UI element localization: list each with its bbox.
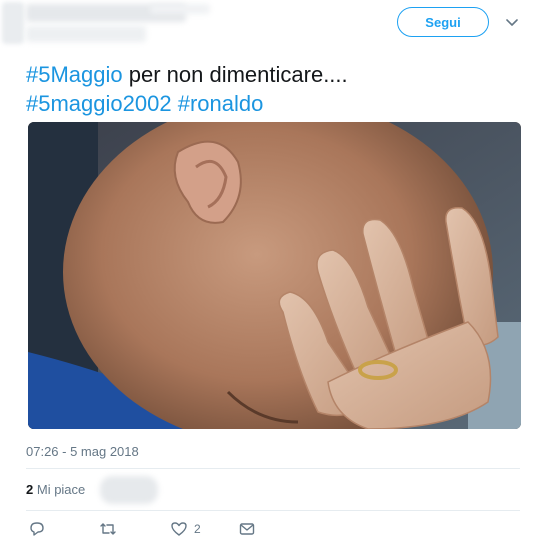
likes-count: 2 <box>26 482 34 497</box>
tweet-timestamp[interactable]: 07:26 - 5 mag 2018 <box>26 444 139 459</box>
retweet-icon <box>100 523 116 535</box>
likes-summary[interactable]: 2 Mi piace <box>26 482 85 497</box>
hashtag-link[interactable]: #ronaldo <box>178 91 264 116</box>
chevron-down-icon[interactable] <box>505 15 519 29</box>
photo-image <box>28 122 521 429</box>
divider <box>26 468 520 469</box>
hashtag-link[interactable]: #5maggio2002 <box>26 91 172 116</box>
tweet-text: #5Maggio per non dimenticare.... #5maggi… <box>26 60 526 118</box>
divider <box>26 510 520 511</box>
tweet-text-body: per non dimenticare.... <box>122 62 348 87</box>
follow-button[interactable]: Segui <box>397 7 489 37</box>
tweet-actions: 2 <box>26 520 326 544</box>
username-redacted[interactable] <box>26 26 146 42</box>
reply-button[interactable] <box>28 520 46 538</box>
likes-label: Mi piace <box>36 482 86 497</box>
envelope-icon <box>239 523 255 535</box>
retweet-button[interactable] <box>98 520 118 538</box>
tweet-photo[interactable] <box>28 122 521 429</box>
heart-icon <box>171 522 187 536</box>
avatar-redacted[interactable] <box>2 2 24 44</box>
liker-avatars-redacted[interactable] <box>100 476 158 504</box>
reply-icon <box>30 522 44 536</box>
like-button[interactable]: 2 <box>170 520 201 538</box>
redacted-text <box>150 4 210 14</box>
hashtag-link[interactable]: #5Maggio <box>26 62 123 87</box>
tweet-header: Segui <box>0 0 552 52</box>
like-count: 2 <box>194 522 201 536</box>
direct-message-button[interactable] <box>238 520 256 538</box>
